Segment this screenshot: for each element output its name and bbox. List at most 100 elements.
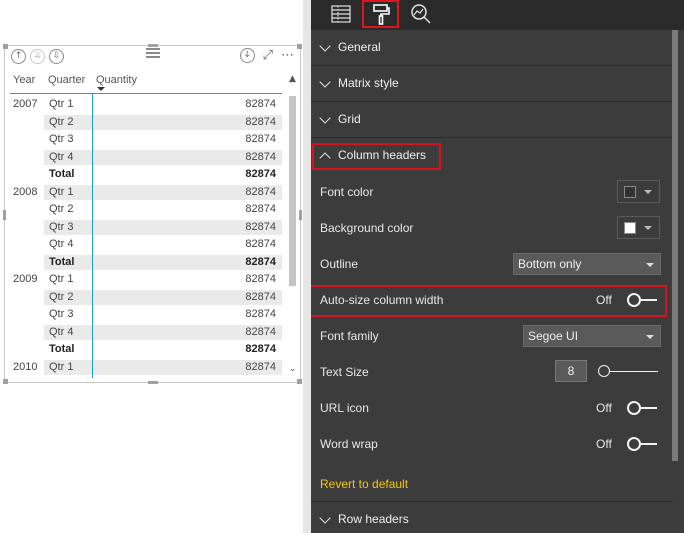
matrix-row[interactable]: 2010 Qtr 1 82874 (10, 359, 282, 377)
chevron-down-icon (646, 263, 654, 267)
expand-next-level-icon[interactable]: ⇊ (30, 49, 45, 64)
resize-handle-right[interactable] (299, 210, 302, 220)
row-year: 2009 (13, 273, 38, 285)
background-color-picker[interactable] (617, 216, 660, 239)
row-quantity: 82874 (245, 360, 276, 373)
url-icon-toggle[interactable] (627, 401, 657, 415)
more-options-icon[interactable]: ⋯ (281, 48, 294, 63)
pane-tabs (311, 0, 684, 30)
chevron-down-icon (646, 335, 654, 339)
font-color-swatch (624, 186, 636, 198)
text-size-input[interactable]: 8 (555, 360, 587, 382)
matrix-row[interactable]: Qtr 3 82874 (10, 306, 282, 324)
matrix-total-row[interactable]: Total 82874 (10, 341, 282, 359)
scroll-down-icon[interactable]: ⌄ (288, 364, 297, 374)
resize-handle-top-left[interactable] (3, 44, 8, 49)
drill-down-icon[interactable]: ↓ (239, 48, 255, 63)
text-size-slider[interactable] (598, 365, 658, 379)
url-icon-state: Off (596, 401, 612, 415)
section-label: Grid (338, 112, 361, 126)
row-year: 2008 (13, 185, 38, 198)
column-header-year[interactable]: Year (13, 74, 35, 86)
section-label: Row headers (338, 512, 409, 526)
row-quantity: 82874 (245, 185, 276, 198)
pane-scrollbar[interactable] (672, 30, 678, 461)
resize-handle-bottom-left[interactable] (3, 379, 8, 384)
section-general[interactable]: General (311, 30, 673, 66)
outline-dropdown[interactable]: Bottom only (513, 253, 661, 275)
auto-size-toggle[interactable] (627, 293, 657, 307)
chevron-down-icon (319, 112, 331, 124)
row-quarter: Qtr 1 (49, 360, 74, 373)
tab-analytics[interactable] (407, 0, 435, 28)
matrix-row[interactable]: 2007 Qtr 1 82874 (10, 96, 282, 114)
row-quantity: 82874 (245, 343, 276, 355)
matrix-scrollbar[interactable]: ▲ ⌄ (288, 74, 297, 374)
row-quantity: 82874 (245, 255, 276, 268)
fields-grid-icon (331, 5, 351, 23)
section-row-headers[interactable]: Row headers (311, 501, 673, 533)
url-icon-label: URL icon (320, 401, 369, 415)
drag-grip-icon[interactable] (146, 48, 160, 60)
tab-fields[interactable] (327, 0, 355, 28)
column-header-quantity[interactable]: Quantity (96, 74, 137, 86)
section-label: Matrix style (338, 76, 399, 90)
row-quarter: Qtr 1 (49, 98, 74, 110)
chevron-down-icon (644, 190, 652, 194)
section-grid[interactable]: Grid (311, 102, 673, 138)
resize-handle-top-right[interactable] (297, 44, 302, 49)
row-quarter: Qtr 2 (49, 203, 74, 215)
resize-handle-bottom[interactable] (148, 381, 158, 384)
font-family-label: Font family (320, 329, 379, 343)
resize-handle-top[interactable] (148, 44, 158, 47)
font-family-dropdown[interactable]: Segoe UI (523, 325, 661, 347)
matrix-row[interactable]: Qtr 4 82874 (10, 236, 282, 254)
column-header-quarter[interactable]: Quarter (48, 74, 85, 86)
font-color-label: Font color (320, 185, 374, 199)
resize-handle-left[interactable] (3, 210, 6, 220)
chevron-down-icon (644, 226, 652, 230)
row-quantity: 82874 (245, 290, 276, 303)
matrix-row[interactable]: Qtr 3 82874 (10, 219, 282, 237)
row-quantity: 82874 (245, 308, 276, 320)
auto-size-state: Off (596, 293, 612, 307)
scroll-up-icon[interactable]: ▲ (288, 74, 297, 84)
font-color-picker[interactable] (617, 180, 660, 203)
matrix-row[interactable]: 2008 Qtr 1 82874 (10, 184, 282, 202)
matrix-row[interactable]: Qtr 4 82874 (10, 324, 282, 342)
row-quarter: Total (49, 168, 75, 180)
row-quarter: Qtr 1 (49, 185, 74, 198)
visualizations-format-pane: General Matrix style Grid Column headers… (311, 0, 684, 533)
scroll-thumb[interactable] (289, 96, 296, 286)
tab-format[interactable] (362, 0, 399, 28)
row-quarter: Qtr 2 (49, 115, 74, 128)
highlight-column-headers (312, 143, 441, 170)
focus-mode-icon[interactable]: ⤢ (263, 48, 273, 63)
matrix-row[interactable]: Qtr 4 82874 (10, 149, 282, 167)
row-year: 2010 (13, 360, 38, 373)
matrix-row[interactable]: 2009 Qtr 1 82874 (10, 271, 282, 289)
matrix-row[interactable]: Qtr 2 82874 (10, 201, 282, 219)
chevron-down-icon (319, 76, 331, 88)
matrix-row[interactable]: Qtr 3 82874 (10, 131, 282, 149)
drill-up-icon[interactable]: ↑ (11, 49, 26, 64)
matrix-row[interactable]: Qtr 2 82874 (10, 114, 282, 132)
matrix-visual[interactable]: ↑ ⇊ ⇩ ↓ ⤢ ⋯ Year Quarter Quantity 2007 Qt… (3, 44, 302, 384)
drill-down-mode-icon[interactable]: ⇩ (49, 49, 64, 64)
row-quantity: 82874 (245, 273, 276, 285)
matrix-total-row[interactable]: Total 82874 (10, 166, 282, 184)
row-quarter: Total (49, 255, 75, 268)
sort-descending-icon[interactable] (97, 87, 105, 91)
revert-to-default-link[interactable]: Revert to default (320, 477, 408, 491)
word-wrap-toggle[interactable] (627, 437, 657, 451)
row-quantity: 82874 (245, 203, 276, 215)
section-matrix-style[interactable]: Matrix style (311, 66, 673, 102)
paint-roller-icon (372, 4, 390, 25)
matrix-row[interactable]: Qtr 2 82874 (10, 289, 282, 307)
row-quarter: Total (49, 343, 75, 355)
resize-handle-bottom-right[interactable] (297, 379, 302, 384)
matrix-total-row[interactable]: Total 82874 (10, 254, 282, 272)
chevron-down-icon (319, 512, 331, 524)
auto-size-label: Auto-size column width (320, 293, 444, 307)
matrix-header-row: Year Quarter Quantity (10, 72, 282, 94)
